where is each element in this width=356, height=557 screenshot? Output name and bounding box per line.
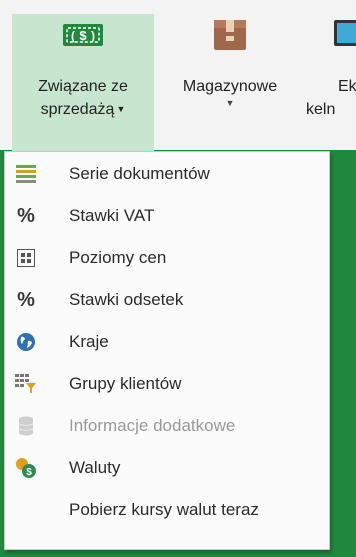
- menu-item-document-series[interactable]: Serie dokumentów: [5, 154, 329, 194]
- percent-icon: %: [17, 288, 35, 311]
- menu-item-label: Kraje: [69, 332, 109, 351]
- related-to-sales-button[interactable]: $ ( ) Związane ze sprzedażą ▼: [12, 14, 154, 164]
- svg-text:$: $: [79, 28, 87, 43]
- customer-groups-icon: [15, 373, 37, 395]
- chevron-down-icon: ▼: [116, 104, 126, 114]
- database-icon: [15, 415, 37, 437]
- menu-item-countries[interactable]: Kraje: [5, 322, 329, 362]
- menu-item-vat-rates[interactable]: % Stawki VAT: [5, 196, 329, 236]
- price-levels-icon: [15, 247, 37, 269]
- warehouse-button[interactable]: Magazynowe ▼: [160, 14, 300, 164]
- menu-item-label: Stawki VAT: [69, 206, 155, 225]
- ribbon-button-label: Magazynowe: [182, 78, 278, 95]
- document-series-icon: [15, 163, 37, 185]
- ribbon-button-label-line1: Ek: [338, 78, 356, 95]
- menu-item-label: Stawki odsetek: [69, 290, 184, 309]
- globe-icon: [15, 331, 37, 353]
- ribbon-button-label-line2: keln: [306, 101, 336, 118]
- menu-item-label: Grupy klientów: [69, 374, 182, 393]
- menu-item-label: Serie dokumentów: [69, 164, 210, 183]
- menu-item-fetch-rates-now[interactable]: Pobierz kursy walut teraz: [5, 490, 329, 530]
- menu-item-label: Waluty: [69, 458, 121, 477]
- partial-ribbon-button[interactable]: Ek keln: [306, 14, 356, 164]
- menu-item-customer-groups[interactable]: Grupy klientów: [5, 364, 329, 404]
- menu-item-label: Pobierz kursy walut teraz: [69, 500, 259, 519]
- ribbon-button-label-line1: Związane ze: [38, 78, 128, 95]
- chevron-down-icon: ▼: [225, 98, 235, 108]
- monitor-icon: [330, 14, 356, 61]
- percent-icon: %: [17, 204, 35, 227]
- ribbon-button-label-line2: sprzedażą: [40, 101, 115, 118]
- svg-text:$: $: [26, 467, 32, 478]
- svg-text:(: (: [71, 29, 75, 43]
- box-icon: [160, 14, 300, 61]
- currency-icon: $: [15, 457, 37, 479]
- menu-item-currencies[interactable]: $ Waluty: [5, 448, 329, 488]
- menu-item-interest-rates[interactable]: % Stawki odsetek: [5, 280, 329, 320]
- menu-item-label: Poziomy cen: [69, 248, 167, 267]
- svg-text:): ): [91, 29, 95, 43]
- dropdown-menu: Serie dokumentów % Stawki VAT Poziomy ce…: [4, 151, 330, 550]
- menu-item-price-levels[interactable]: Poziomy cen: [5, 238, 329, 278]
- menu-item-additional-info: Informacje dodatkowe: [5, 406, 329, 446]
- menu-item-label: Informacje dodatkowe: [69, 416, 236, 435]
- money-icon: $ ( ): [12, 14, 154, 61]
